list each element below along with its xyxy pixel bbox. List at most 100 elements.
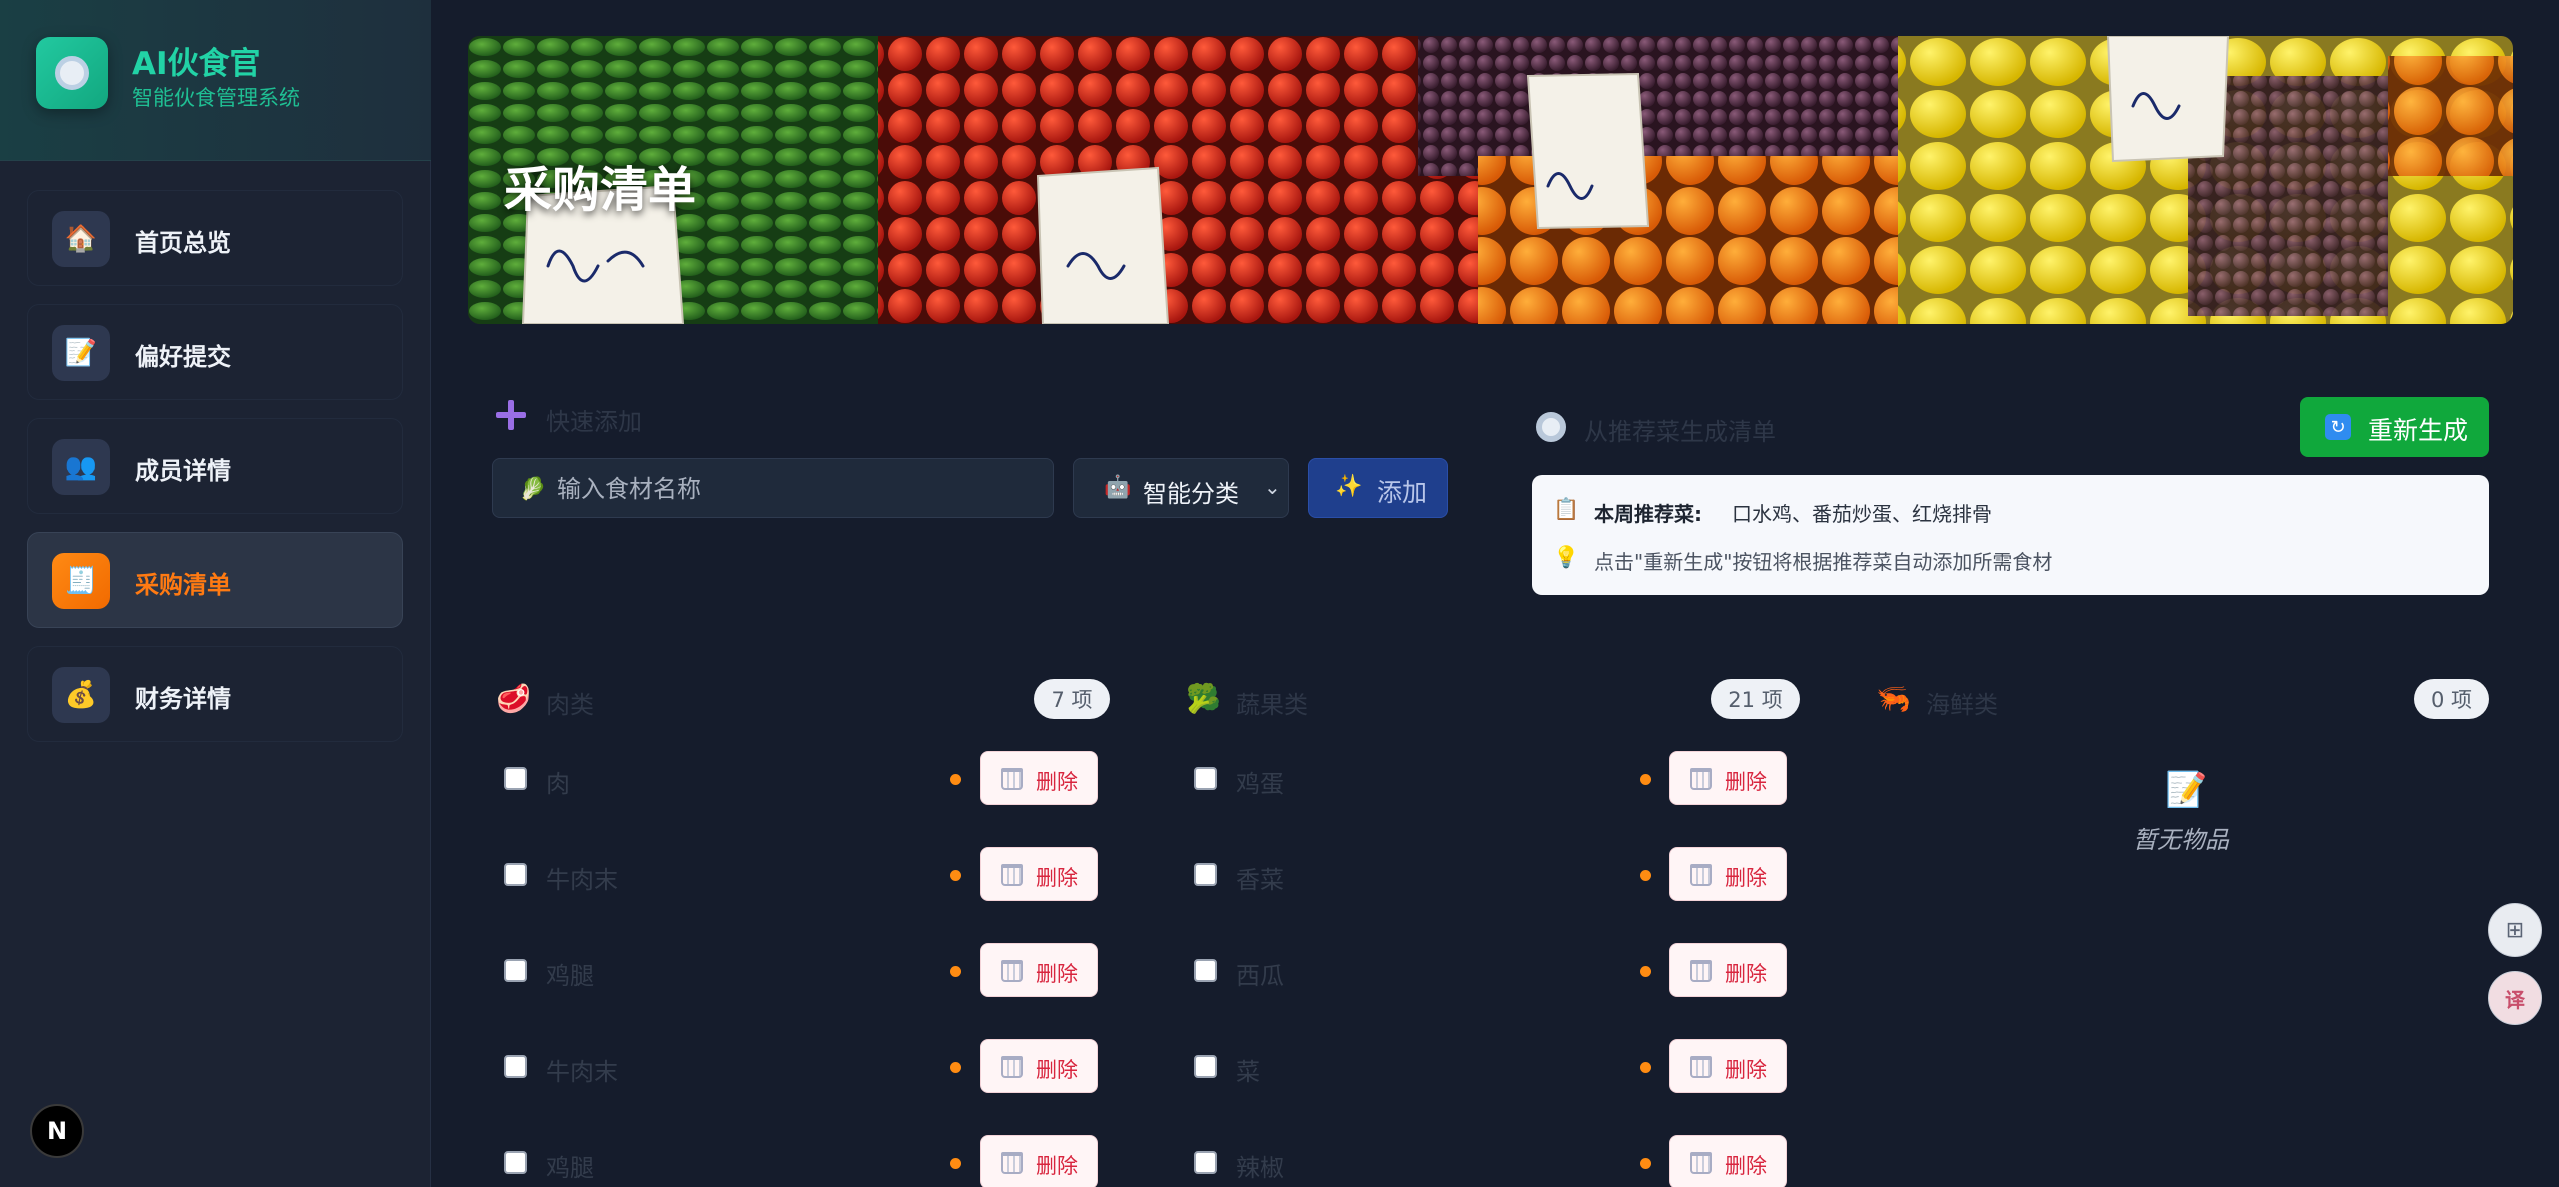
item-checkbox[interactable] — [504, 1055, 527, 1078]
translate-widget-icon[interactable]: 译 — [2488, 971, 2542, 1025]
delete-button-label: 删除 — [1036, 962, 1078, 986]
lightbulb-icon: 💡 — [1553, 545, 1580, 569]
nav-label: 偏好提交 — [135, 343, 231, 371]
delete-button[interactable]: 删除 — [1669, 1135, 1787, 1187]
banner: 采购清单 — [468, 36, 2513, 324]
list-item: 牛肉末 删除 — [492, 1035, 1102, 1095]
list-item: 西瓜 删除 — [1182, 939, 1792, 999]
trash-icon — [1690, 1056, 1712, 1078]
item-name: 鸡蛋 — [1236, 770, 1284, 798]
item-name: 鸡腿 — [546, 962, 594, 990]
trash-icon — [1690, 1152, 1712, 1174]
item-checkbox[interactable] — [504, 1151, 527, 1174]
delete-button[interactable]: 删除 — [1669, 847, 1787, 901]
house-icon: 🏠 — [52, 211, 110, 267]
item-checkbox[interactable] — [1194, 1055, 1217, 1078]
delete-button[interactable]: 删除 — [980, 1135, 1098, 1187]
item-name: 鸡腿 — [546, 1154, 594, 1182]
nextjs-badge-icon[interactable]: N — [30, 1104, 84, 1158]
item-checkbox[interactable] — [1194, 863, 1217, 886]
item-checkbox[interactable] — [1194, 1151, 1217, 1174]
status-dot — [950, 1062, 961, 1073]
delete-button[interactable]: 删除 — [1669, 943, 1787, 997]
status-dot — [1640, 966, 1651, 977]
nav-item-preferences[interactable]: 📝 偏好提交 — [27, 304, 403, 400]
trash-icon — [1690, 768, 1712, 790]
recommend-title: 从推荐菜生成清单 — [1584, 418, 1776, 446]
trash-icon — [1001, 768, 1023, 790]
nav-item-members[interactable]: 👥 成员详情 — [27, 418, 403, 514]
status-dot — [1640, 1158, 1651, 1169]
count-badge-seafood: 0 项 — [2414, 679, 2489, 719]
category-select[interactable]: 🤖 智能分类 ⌄ — [1073, 458, 1289, 518]
ingredient-name-input[interactable] — [557, 469, 1037, 509]
regenerate-hint: 点击"重新生成"按钮将根据推荐菜自动添加所需食材 — [1594, 550, 2053, 574]
delete-button-label: 删除 — [1036, 770, 1078, 794]
app-root: AI伙食官 智能伙食管理系统 🏠 首页总览 📝 偏好提交 👥 成员详情 🧾 采购… — [0, 0, 2559, 1187]
refresh-icon: ↻ — [2325, 414, 2351, 440]
item-checkbox[interactable] — [1194, 767, 1217, 790]
category-title-meat: 肉类 — [546, 691, 594, 719]
nav-label: 成员详情 — [135, 457, 231, 485]
apps-widget-icon[interactable]: ⊞ — [2488, 903, 2542, 957]
count-badge-produce: 21 项 — [1711, 679, 1800, 719]
robot-icon: 🤖 — [1104, 475, 1132, 500]
list-item: 鸡腿 删除 — [492, 939, 1102, 999]
status-dot — [1640, 870, 1651, 881]
delete-button-label: 删除 — [1725, 770, 1767, 794]
item-name: 菜 — [1236, 1058, 1260, 1086]
weekly-dishes-label: 本周推荐菜: — [1594, 502, 1702, 526]
list-item: 香菜 删除 — [1182, 843, 1792, 903]
list-item: 菜 删除 — [1182, 1035, 1792, 1095]
nav-item-home[interactable]: 🏠 首页总览 — [27, 190, 403, 286]
chevron-down-icon: ⌄ — [1264, 475, 1281, 499]
trash-icon — [1001, 1152, 1023, 1174]
sidebar-header: AI伙食官 智能伙食管理系统 — [0, 0, 431, 161]
delete-button-label: 删除 — [1725, 962, 1767, 986]
item-checkbox[interactable] — [504, 767, 527, 790]
delete-button[interactable]: 删除 — [1669, 751, 1787, 805]
market-produce-image — [468, 36, 2513, 324]
members-icon: 👥 — [52, 439, 110, 495]
item-name: 牛肉末 — [546, 866, 618, 894]
nav-item-shopping-list[interactable]: 🧾 采购清单 — [27, 532, 403, 628]
item-checkbox[interactable] — [504, 959, 527, 982]
category-select-value: 智能分类 — [1143, 480, 1239, 508]
shrimp-icon: 🦐 — [1876, 682, 1911, 715]
status-dot — [950, 870, 961, 881]
empty-state-text: 暂无物品 — [2133, 826, 2229, 854]
item-name: 辣椒 — [1236, 1154, 1284, 1182]
broccoli-icon: 🥦 — [1186, 682, 1221, 715]
list-item: 牛肉末 删除 — [492, 843, 1102, 903]
nav-label: 财务详情 — [135, 685, 231, 713]
item-name: 西瓜 — [1236, 962, 1284, 990]
status-dot — [950, 774, 961, 785]
list-item: 辣椒 删除 — [1182, 1131, 1792, 1187]
delete-button[interactable]: 删除 — [1669, 1039, 1787, 1093]
item-checkbox[interactable] — [504, 863, 527, 886]
brand-subtitle: 智能伙食管理系统 — [132, 86, 300, 110]
nav-item-finance[interactable]: 💰 财务详情 — [27, 646, 403, 742]
delete-button[interactable]: 删除 — [980, 847, 1098, 901]
quick-add-title: 快速添加 — [546, 408, 642, 436]
item-name: 肉 — [546, 770, 570, 798]
delete-button[interactable]: 删除 — [980, 751, 1098, 805]
add-button[interactable]: ✨ 添加 — [1308, 458, 1448, 518]
status-dot — [950, 966, 961, 977]
regenerate-button[interactable]: ↻ 重新生成 — [2300, 397, 2489, 457]
category-title-produce: 蔬果类 — [1236, 691, 1308, 719]
status-dot — [950, 1158, 961, 1169]
plate-logo-icon — [36, 37, 108, 109]
delete-button-label: 删除 — [1725, 1154, 1767, 1178]
delete-button[interactable]: 删除 — [980, 1039, 1098, 1093]
plus-icon — [496, 400, 526, 430]
status-dot — [1640, 774, 1651, 785]
item-checkbox[interactable] — [1194, 959, 1217, 982]
delete-button-label: 删除 — [1036, 866, 1078, 890]
regenerate-button-label: 重新生成 — [2368, 416, 2469, 445]
trash-icon — [1001, 864, 1023, 886]
delete-button[interactable]: 删除 — [980, 943, 1098, 997]
trash-icon — [1690, 960, 1712, 982]
delete-button-label: 删除 — [1725, 1058, 1767, 1082]
document-icon: 📝 — [52, 325, 110, 381]
